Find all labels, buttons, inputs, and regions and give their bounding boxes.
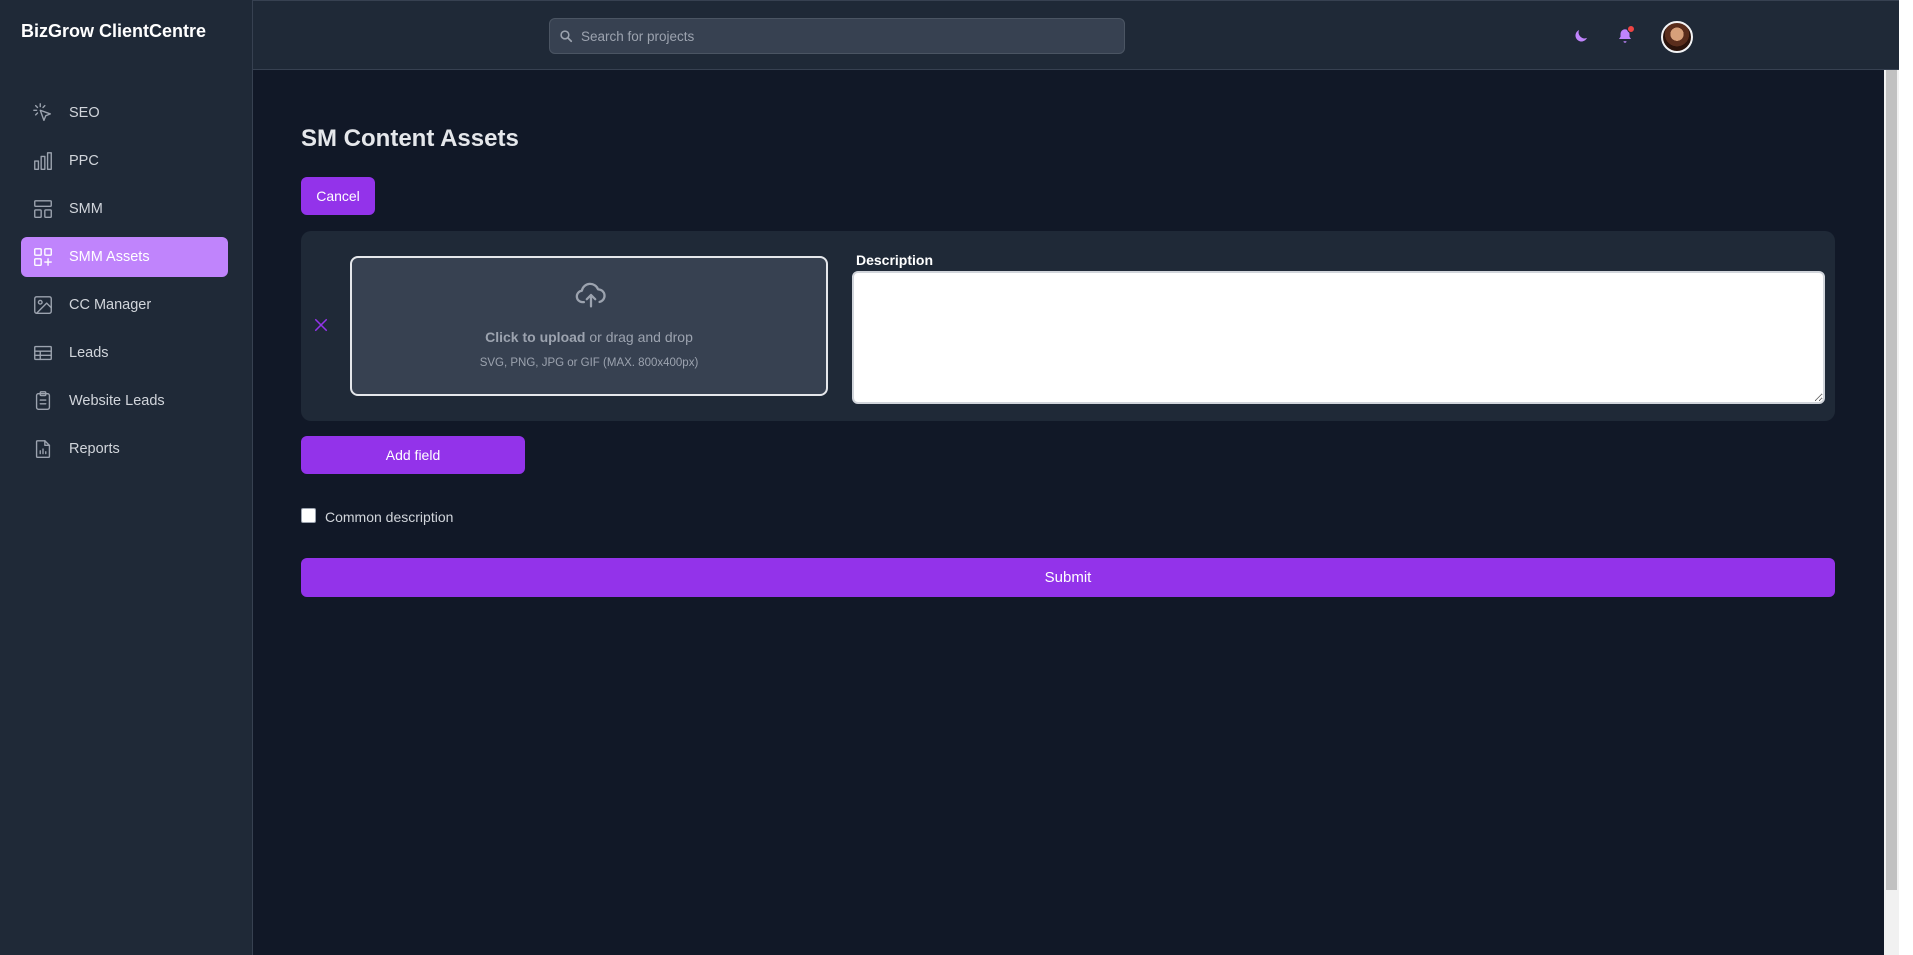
cloud-upload-icon xyxy=(574,278,608,312)
bell-icon[interactable] xyxy=(1615,25,1635,46)
image-icon xyxy=(32,294,54,316)
sidebar-item-label: Leads xyxy=(69,345,109,361)
sidebar-nav: SEO PPC SMM SMM Assets CC Manager Leads … xyxy=(21,93,228,477)
sidebar-item-smm[interactable]: SMM xyxy=(21,189,228,229)
brand-title: BizGrow ClientCentre xyxy=(21,21,207,41)
description-textarea[interactable] xyxy=(852,271,1825,404)
bar-chart-icon xyxy=(32,150,54,172)
avatar[interactable] xyxy=(1661,21,1693,53)
sidebar-item-ppc[interactable]: PPC xyxy=(21,141,228,181)
document-chart-icon xyxy=(32,438,54,460)
upload-hint: SVG, PNG, JPG or GIF (MAX. 800x400px) xyxy=(479,357,699,369)
sidebar-item-label: CC Manager xyxy=(69,297,152,313)
sidebar-item-leads[interactable]: Leads xyxy=(21,333,228,373)
file-upload-dropzone[interactable]: Click to upload or drag and drop SVG, PN… xyxy=(350,256,828,396)
upload-drag-text: or drag and drop xyxy=(585,329,693,345)
common-description-label: Common description xyxy=(325,509,454,525)
search-icon xyxy=(560,30,573,43)
cancel-button[interactable]: Cancel xyxy=(301,177,375,215)
common-description-row: Common description xyxy=(301,506,453,525)
sidebar-item-cc-manager[interactable]: CC Manager xyxy=(21,285,228,325)
table-icon xyxy=(32,342,54,364)
upload-click-text: Click to upload xyxy=(485,329,586,345)
page-title: SM Content Assets xyxy=(301,125,519,152)
add-field-button[interactable]: Add field xyxy=(301,436,525,474)
scrollbar[interactable] xyxy=(1884,70,1899,955)
sidebar: BizGrow ClientCentre SEO PPC SMM SMM Ass… xyxy=(0,0,253,955)
clipboard-icon xyxy=(32,390,54,412)
sidebar-item-label: SMM xyxy=(69,201,103,217)
description-label: Description xyxy=(856,252,934,268)
scrollbar-thumb[interactable] xyxy=(1886,70,1897,890)
common-description-checkbox[interactable] xyxy=(301,508,316,523)
window-edge xyxy=(1899,0,1913,955)
sidebar-item-label: PPC xyxy=(69,153,99,169)
grid-plus-icon xyxy=(32,246,54,268)
sidebar-item-seo[interactable]: SEO xyxy=(21,93,228,133)
asset-field-card: Click to upload or drag and drop SVG, PN… xyxy=(301,231,1835,421)
sidebar-item-label: Website Leads xyxy=(69,393,165,409)
notification-dot xyxy=(1627,25,1635,33)
moon-icon[interactable] xyxy=(1571,26,1591,46)
sidebar-item-website-leads[interactable]: Website Leads xyxy=(21,381,228,421)
sidebar-item-reports[interactable]: Reports xyxy=(21,429,228,469)
close-icon[interactable] xyxy=(312,316,330,334)
cursor-click-icon xyxy=(32,102,54,124)
upload-instructions: Click to upload or drag and drop xyxy=(352,329,826,345)
search-input[interactable] xyxy=(581,28,1101,44)
search-bar[interactable] xyxy=(549,18,1125,54)
top-header xyxy=(253,0,1913,70)
layout-icon xyxy=(32,198,54,220)
sidebar-item-label: SMM Assets xyxy=(69,249,150,265)
sidebar-item-smm-assets[interactable]: SMM Assets xyxy=(21,237,228,277)
sidebar-item-label: SEO xyxy=(69,105,100,121)
sidebar-item-label: Reports xyxy=(69,441,120,457)
submit-button[interactable]: Submit xyxy=(301,558,1835,597)
